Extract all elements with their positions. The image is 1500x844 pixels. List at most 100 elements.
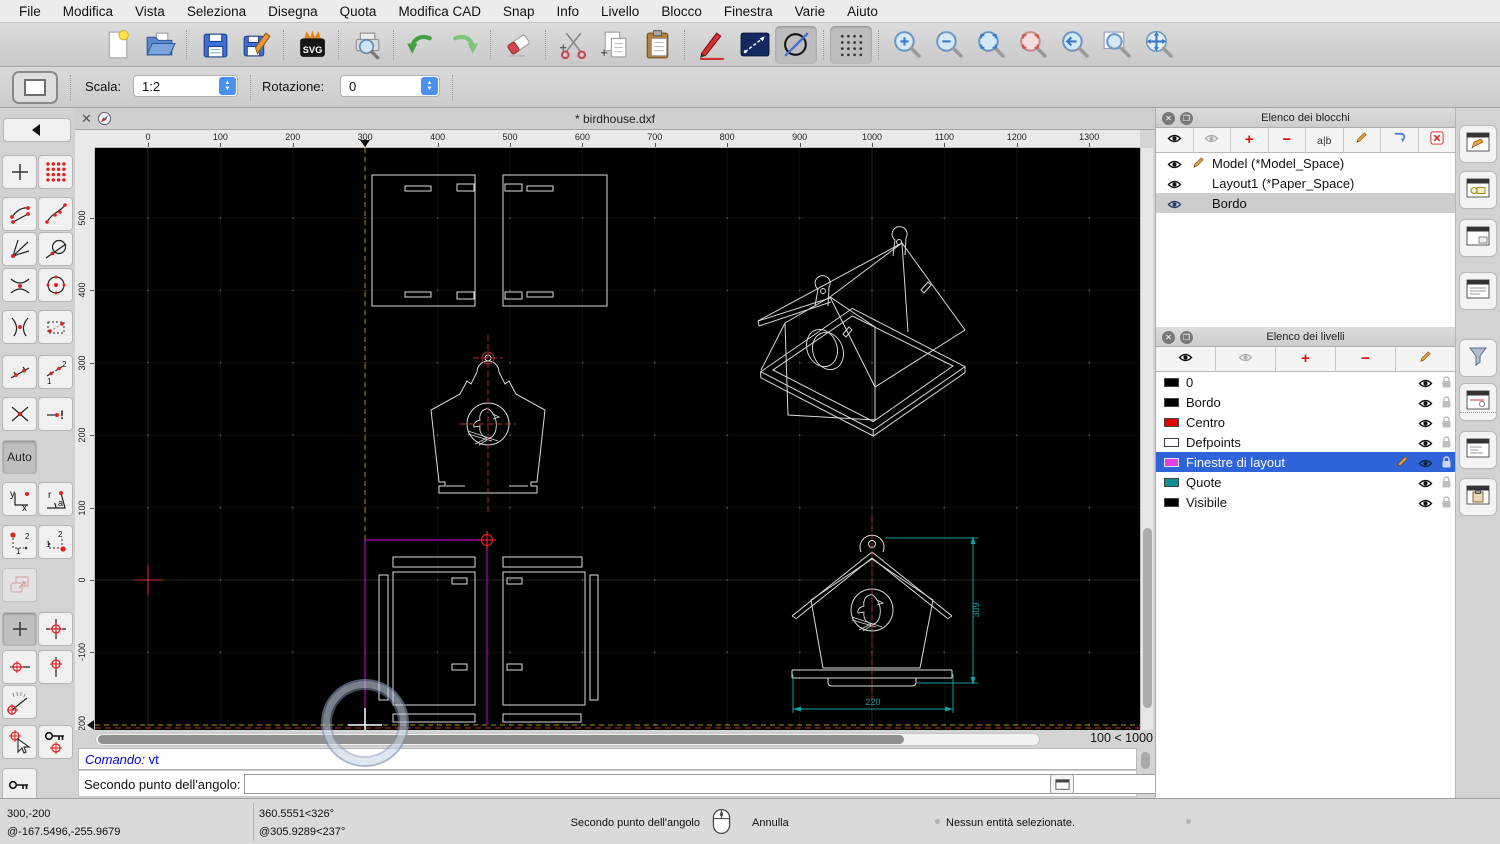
layer-color-swatch[interactable]	[1164, 477, 1179, 487]
layer-lock-icon[interactable]	[1441, 475, 1452, 492]
layer-color-swatch[interactable]	[1164, 377, 1179, 387]
restrict-horizontal-button[interactable]	[2, 650, 37, 684]
horizontal-scrollbar[interactable]	[95, 733, 1040, 746]
zoom-in-button[interactable]	[885, 26, 927, 64]
menu-modifica-cad[interactable]: Modifica CAD	[387, 4, 492, 19]
block-visibility-eye-icon[interactable]	[1167, 158, 1182, 173]
set-relative-zero-button[interactable]	[2, 725, 37, 759]
library-browser-panel-toggle-button[interactable]	[1459, 272, 1497, 310]
line-tool-button[interactable]	[733, 26, 775, 64]
scale-combo[interactable]: 1:2 ▲ ▼	[133, 75, 238, 97]
layer-color-swatch[interactable]	[1164, 437, 1179, 447]
menu-quota[interactable]: Quota	[329, 4, 388, 19]
snap-intersection-button[interactable]	[2, 310, 37, 344]
insert-block-button[interactable]	[1381, 128, 1419, 152]
layer-row[interactable]: Finestre di layout	[1156, 452, 1455, 472]
pan-button[interactable]	[1137, 26, 1179, 64]
menu-finestra[interactable]: Finestra	[713, 4, 784, 19]
block-row[interactable]: Model (*Model_Space)	[1156, 153, 1455, 173]
snap-perpendicular-button[interactable]	[2, 232, 37, 266]
vertical-scrollbar[interactable]	[1140, 148, 1153, 730]
command-history[interactable]: Comando: vt	[78, 748, 1137, 770]
layer-list-panel-toggle-button[interactable]	[1459, 219, 1497, 257]
layer-row[interactable]: 0	[1156, 372, 1455, 392]
snap-center-button[interactable]	[38, 268, 73, 302]
block-row[interactable]: Bordo	[1156, 193, 1455, 213]
command-window-toggle-button[interactable]	[1050, 774, 1074, 794]
stepper-icon[interactable]: ▲ ▼	[421, 77, 438, 95]
save-as-button[interactable]	[235, 26, 277, 64]
draw-pencil-button[interactable]	[691, 26, 733, 64]
layer-visibility-eye-icon[interactable]	[1418, 437, 1433, 452]
layer-color-swatch[interactable]	[1164, 417, 1179, 427]
add-block-button[interactable]: +	[1231, 128, 1269, 152]
layer-visibility-eye-icon[interactable]	[1418, 457, 1433, 472]
add-layer-button[interactable]: +	[1276, 347, 1336, 371]
relative-zero-key-button[interactable]	[2, 768, 37, 802]
cut-button[interactable]	[552, 26, 594, 64]
back-button[interactable]	[3, 118, 71, 142]
layer-row[interactable]: Defpoints	[1156, 432, 1455, 452]
layer-lock-icon[interactable]	[1441, 415, 1452, 432]
snap-grid-button[interactable]	[38, 155, 73, 189]
horizontal-scrollbar-thumb[interactable]	[98, 735, 904, 744]
layer-lock-icon[interactable]	[1441, 395, 1452, 412]
rename-block-button[interactable]: a|b	[1306, 128, 1344, 152]
relative-polar-button[interactable]: 12	[38, 525, 73, 559]
delete-block-button[interactable]	[1418, 128, 1455, 152]
open-file-button[interactable]	[138, 26, 180, 64]
layer-visibility-eye-icon[interactable]	[1418, 417, 1433, 432]
block-visibility-eye-icon[interactable]	[1167, 198, 1182, 213]
menu-blocco[interactable]: Blocco	[650, 4, 713, 19]
menu-info[interactable]: Info	[546, 4, 591, 19]
drawing-canvas[interactable]: 309 220	[95, 148, 1140, 730]
pattern-panel-toggle-button[interactable]	[1459, 383, 1497, 421]
menu-vista[interactable]: Vista	[124, 4, 176, 19]
grid-toggle-button[interactable]	[830, 25, 872, 64]
layer-color-swatch[interactable]	[1164, 397, 1179, 407]
zoom-auto-button[interactable]	[969, 26, 1011, 64]
print-preview-button[interactable]	[345, 26, 387, 64]
layer-row[interactable]: Visibile	[1156, 492, 1455, 512]
restrict-orthogonal-button[interactable]	[2, 568, 37, 602]
show-all-blocks-button[interactable]	[1156, 128, 1194, 152]
layer-row[interactable]: Bordo	[1156, 392, 1455, 412]
layer-visibility-eye-icon[interactable]	[1418, 497, 1433, 512]
menu-aiuto[interactable]: Aiuto	[836, 4, 889, 19]
restrict-vertical-button[interactable]	[38, 650, 73, 684]
relative-cartesian-button[interactable]: 12	[2, 525, 37, 559]
snap-intersection-manual-button[interactable]: !	[38, 397, 73, 431]
coordinate-cartesian-button[interactable]: yx	[2, 482, 37, 516]
layer-visibility-eye-icon[interactable]	[1418, 397, 1433, 412]
zoom-window-button[interactable]	[1095, 26, 1137, 64]
edit-layer-button[interactable]	[1396, 347, 1455, 371]
rotation-combo[interactable]: 0 ▲ ▼	[340, 75, 440, 97]
layer-lock-icon[interactable]	[1441, 435, 1452, 452]
snap-intersection-x-button[interactable]	[2, 397, 37, 431]
circle-slash-tool-button[interactable]	[775, 25, 817, 64]
redo-button[interactable]	[442, 26, 484, 64]
vertical-scrollbar-thumb[interactable]	[1143, 528, 1152, 708]
delete-button[interactable]	[497, 26, 539, 64]
clipboard-panel-toggle-button[interactable]	[1459, 478, 1497, 516]
auto-snap-button[interactable]: Auto	[2, 440, 37, 474]
menu-disegna[interactable]: Disegna	[257, 4, 329, 19]
snap-on-entity-button[interactable]	[38, 197, 73, 231]
block-visibility-eye-icon[interactable]	[1167, 178, 1182, 193]
snap-distance-button[interactable]	[2, 355, 37, 389]
save-button[interactable]	[193, 26, 235, 64]
command-history-scrollbar[interactable]	[1141, 752, 1150, 769]
zoom-out-button[interactable]	[927, 26, 969, 64]
layer-lock-icon[interactable]	[1441, 375, 1452, 392]
edit-block-button[interactable]	[1343, 128, 1381, 152]
menu-livello[interactable]: Livello	[590, 4, 650, 19]
menu-modifica[interactable]: Modifica	[52, 4, 124, 19]
svg-export-button[interactable]: SVG	[290, 26, 332, 64]
menu-varie[interactable]: Varie	[784, 4, 837, 19]
layer-lock-icon[interactable]	[1441, 495, 1452, 512]
lock-relative-zero-button[interactable]	[38, 725, 73, 759]
layer-visibility-eye-icon[interactable]	[1418, 477, 1433, 492]
layer-row[interactable]: Centro	[1156, 412, 1455, 432]
layer-visibility-eye-icon[interactable]	[1418, 377, 1433, 392]
zoom-selection-button[interactable]	[1011, 26, 1053, 64]
